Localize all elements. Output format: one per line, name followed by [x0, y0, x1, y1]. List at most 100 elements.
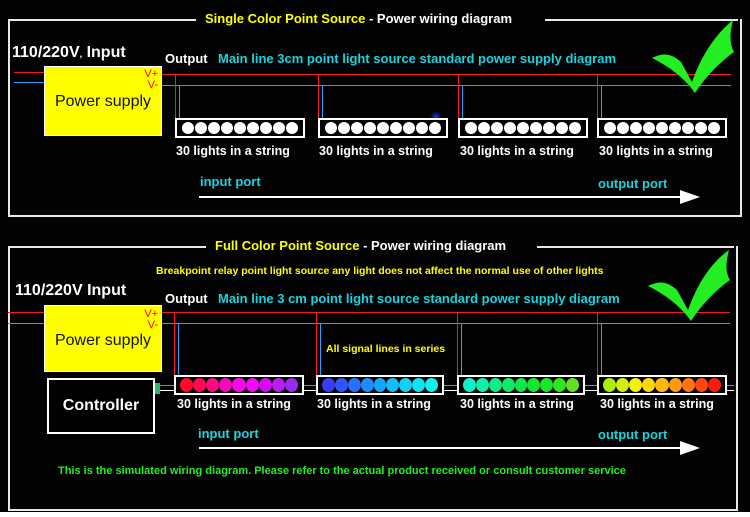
- led-dot: [181, 122, 194, 134]
- input-port-label: input port: [198, 426, 259, 441]
- led-dot: [247, 122, 260, 134]
- led-dot: [286, 122, 299, 134]
- input-voltage-suffix: Input: [82, 44, 126, 61]
- led-dot: [668, 378, 682, 392]
- led-dot: [425, 378, 439, 392]
- led-dot: [616, 378, 630, 392]
- led-dot: [475, 378, 489, 392]
- output-port-label: output port: [598, 176, 668, 191]
- led-dot: [193, 378, 207, 392]
- light-string-2: [316, 375, 444, 395]
- controller-box: Controller: [47, 378, 155, 434]
- led-dot: [416, 122, 429, 134]
- panel-title-highlight: Full Color Point Source: [215, 238, 360, 253]
- led-dot: [501, 378, 515, 392]
- signal-wire-data: [444, 385, 458, 386]
- led-dot: [543, 122, 556, 134]
- drop-positive-1: [175, 74, 176, 118]
- led-dot: [708, 122, 721, 134]
- main-line-label: Main line 3cm point light source standar…: [218, 51, 617, 66]
- controller-label: Controller: [62, 397, 140, 414]
- led-dot: [260, 122, 273, 134]
- led-dot: [207, 122, 220, 134]
- drop-positive-2: [318, 74, 319, 118]
- led-dot: [463, 378, 476, 392]
- panel-title: Full Color Point Source - Power wiring d…: [215, 238, 506, 253]
- signal-series-note: All signal lines in series: [326, 343, 446, 355]
- led-dot: [530, 122, 543, 134]
- panel-title: Single Color Point Source - Power wiring…: [205, 11, 512, 26]
- mains-neutral-wire: [8, 323, 45, 324]
- light-string-label-3: 30 lights in a string: [460, 144, 574, 158]
- led-dot: [540, 378, 554, 392]
- led-dot: [488, 378, 502, 392]
- led-dot: [219, 378, 233, 392]
- led-dot: [682, 122, 695, 134]
- signal-wire-data: [303, 385, 317, 386]
- led-dot: [566, 378, 580, 392]
- light-string-4: [597, 375, 727, 395]
- footer-disclaimer: This is the simulated wiring diagram. Pl…: [58, 465, 626, 477]
- led-dot: [629, 122, 642, 134]
- led-dot: [655, 378, 669, 392]
- flow-arrow-head-icon: [680, 441, 700, 455]
- led-dot: [553, 378, 567, 392]
- drop-positive-2: [316, 312, 317, 375]
- led-dot: [390, 122, 403, 134]
- panel-title-rest: - Power wiring diagram: [359, 238, 507, 253]
- led-dot: [616, 122, 629, 134]
- led-dot: [603, 378, 617, 392]
- light-string-1: [174, 375, 304, 395]
- check-mark-icon: [652, 20, 734, 93]
- drop-positive-4: [597, 312, 598, 375]
- drop-negative-1: [178, 323, 179, 375]
- led-dot: [527, 378, 541, 392]
- led-dot: [516, 122, 529, 134]
- light-string-2: [318, 118, 448, 138]
- light-string-label-3: 30 lights in a string: [460, 397, 574, 411]
- led-dot: [363, 122, 376, 134]
- mains-live-wire: [8, 312, 45, 313]
- drop-positive-1: [174, 312, 175, 375]
- led-dot: [655, 122, 668, 134]
- drop-positive-3: [457, 312, 458, 375]
- negative-bus-wire: [162, 323, 730, 324]
- wiring-diagram-canvas: Single Color Point Source - Power wiring…: [0, 0, 750, 512]
- led-dot: [681, 378, 695, 392]
- led-dot: [180, 378, 194, 392]
- signal-wire-ground: [444, 390, 458, 391]
- signal-wire-data: [726, 385, 734, 386]
- positive-bus-wire: [162, 74, 731, 75]
- led-dot: [403, 122, 416, 134]
- led-dot: [194, 122, 207, 134]
- led-dot: [350, 122, 363, 134]
- led-dot: [245, 378, 259, 392]
- power-supply-label: Power supply: [54, 93, 152, 110]
- main-line-label: Main line 3 cm point light source standa…: [218, 291, 620, 306]
- led-dot: [347, 378, 361, 392]
- led-dot: [477, 122, 490, 134]
- led-dot: [503, 122, 516, 134]
- drop-negative-2: [320, 323, 321, 375]
- flow-arrow-head-icon: [680, 190, 700, 204]
- led-dot: [707, 378, 721, 392]
- light-string-3: [457, 375, 585, 395]
- flow-arrow-line: [199, 447, 681, 449]
- led-dot: [386, 378, 400, 392]
- led-dot: [220, 122, 233, 134]
- led-dot: [233, 122, 246, 134]
- led-dot: [271, 378, 285, 392]
- led-dot: [334, 378, 348, 392]
- led-dot: [376, 122, 389, 134]
- drop-negative-3: [461, 323, 462, 375]
- output-label: Output: [165, 51, 208, 66]
- led-dot: [360, 378, 374, 392]
- v-minus-terminal: V-: [147, 319, 158, 331]
- input-voltage-label: 110/220V Input: [15, 282, 127, 299]
- input-port-label: input port: [200, 174, 261, 189]
- check-mark-icon: [648, 250, 730, 321]
- drop-negative-1: [179, 85, 180, 118]
- power-supply-box: V+ V- Power supply: [44, 305, 162, 372]
- drop-negative-4: [601, 85, 602, 118]
- signal-wire-ground: [303, 390, 317, 391]
